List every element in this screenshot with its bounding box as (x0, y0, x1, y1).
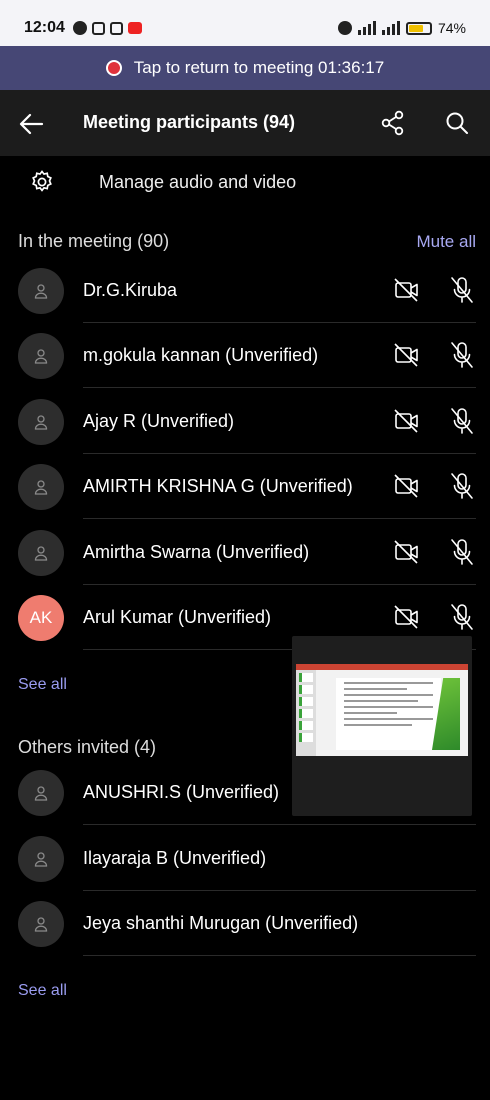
page-title: Meeting participants (94) (83, 112, 296, 132)
avatar (18, 464, 64, 510)
gear-icon (32, 170, 52, 192)
camera-off-icon (394, 474, 418, 498)
avatar (18, 268, 64, 314)
invited-name: Jeya shanthi Murugan (Unverified) (83, 913, 359, 933)
person-icon (34, 786, 48, 801)
participant-name: Ajay R (Unverified) (83, 411, 235, 431)
participant-row[interactable]: Amirtha Swarna (Unverified) (0, 520, 490, 585)
row-divider (83, 824, 476, 825)
slide-content (336, 678, 441, 750)
recording-dot-icon (105, 60, 122, 76)
person-icon (34, 917, 48, 932)
battery-percent: 74% (437, 20, 466, 36)
camera-off-icon (394, 343, 418, 367)
avatar-initials: AK (18, 595, 64, 641)
mic-off-icon (451, 342, 473, 368)
signal-2-icon (381, 21, 400, 35)
invited-row[interactable]: Ilayaraja B (Unverified) (0, 826, 490, 891)
camera-off-icon (394, 540, 418, 564)
person-icon (34, 415, 48, 430)
status-time: 12:04 (24, 19, 65, 36)
mic-off-icon (451, 277, 473, 303)
share-icon[interactable] (380, 110, 406, 136)
participant-name: Dr.G.Kiruba (83, 280, 178, 300)
in-meeting-heading: In the meeting (90) (18, 231, 170, 251)
battery-icon (405, 21, 432, 35)
app-ribbon (296, 664, 468, 670)
participant-name: Amirtha Swarna (Unverified) (83, 542, 310, 562)
see-all-invited-link[interactable]: See all (18, 982, 67, 1000)
invited-row[interactable]: Jeya shanthi Murugan (Unverified) (0, 891, 490, 956)
participant-name: AMIRTH KRISHNA G (Unverified) (83, 476, 353, 496)
app-header: Meeting participants (94) (0, 90, 490, 156)
person-icon (34, 349, 48, 364)
manage-audio-video-label: Manage audio and video (99, 172, 297, 192)
participant-name: m.gokula kannan (Unverified) (83, 345, 319, 365)
row-divider (83, 955, 476, 956)
avatar (18, 836, 64, 882)
participant-row[interactable]: AMIRTH KRISHNA G (Unverified) (0, 454, 490, 519)
camera-off-icon (394, 409, 418, 433)
shared-screen-thumbnail (296, 664, 468, 756)
notification-icons (72, 21, 142, 35)
mail-icon (91, 21, 105, 35)
person-icon (34, 284, 48, 299)
instagram-icon (109, 21, 123, 35)
avatar (18, 333, 64, 379)
alarm-icon (337, 21, 352, 35)
others-invited-heading: Others invited (4) (18, 737, 157, 757)
participant-row[interactable]: Ajay R (Unverified) (0, 389, 490, 454)
youtube-icon (127, 22, 142, 34)
camera-off-icon (394, 605, 418, 629)
avatar (18, 399, 64, 445)
avatar (18, 770, 64, 816)
person-icon (34, 852, 48, 867)
return-to-meeting-banner[interactable]: Tap to return to meeting 01:36:17 (0, 46, 490, 90)
mic-off-icon (451, 539, 473, 565)
person-icon (34, 546, 48, 561)
see-all-participants-link[interactable]: See all (18, 676, 67, 694)
row-divider (83, 387, 476, 388)
row-divider (83, 518, 476, 519)
invited-name: ANUSHRI.S (Unverified) (83, 782, 280, 802)
invited-name: Ilayaraja B (Unverified) (83, 848, 267, 868)
camera-off-icon (394, 278, 418, 302)
return-to-meeting-text: Tap to return to meeting 01:36:17 (133, 58, 385, 77)
person-icon (34, 480, 48, 495)
mic-off-icon (451, 473, 473, 499)
participant-name: Arul Kumar (Unverified) (83, 607, 272, 627)
avatar (18, 530, 64, 576)
search-icon[interactable] (444, 110, 470, 136)
manage-audio-video-row[interactable]: Manage audio and video (0, 156, 490, 208)
mic-off-icon (451, 604, 473, 630)
back-arrow-icon[interactable] (18, 110, 46, 138)
participant-row[interactable]: m.gokula kannan (Unverified) (0, 323, 490, 388)
whatsapp-icon (72, 21, 87, 35)
avatar (18, 901, 64, 947)
participant-row[interactable]: Dr.G.Kiruba (0, 258, 490, 323)
mute-all-button[interactable]: Mute all (416, 232, 476, 252)
mic-off-icon (451, 408, 473, 434)
slide-thumbnails (296, 670, 316, 756)
signal-icon (357, 21, 376, 35)
meeting-preview-window[interactable] (292, 636, 472, 816)
